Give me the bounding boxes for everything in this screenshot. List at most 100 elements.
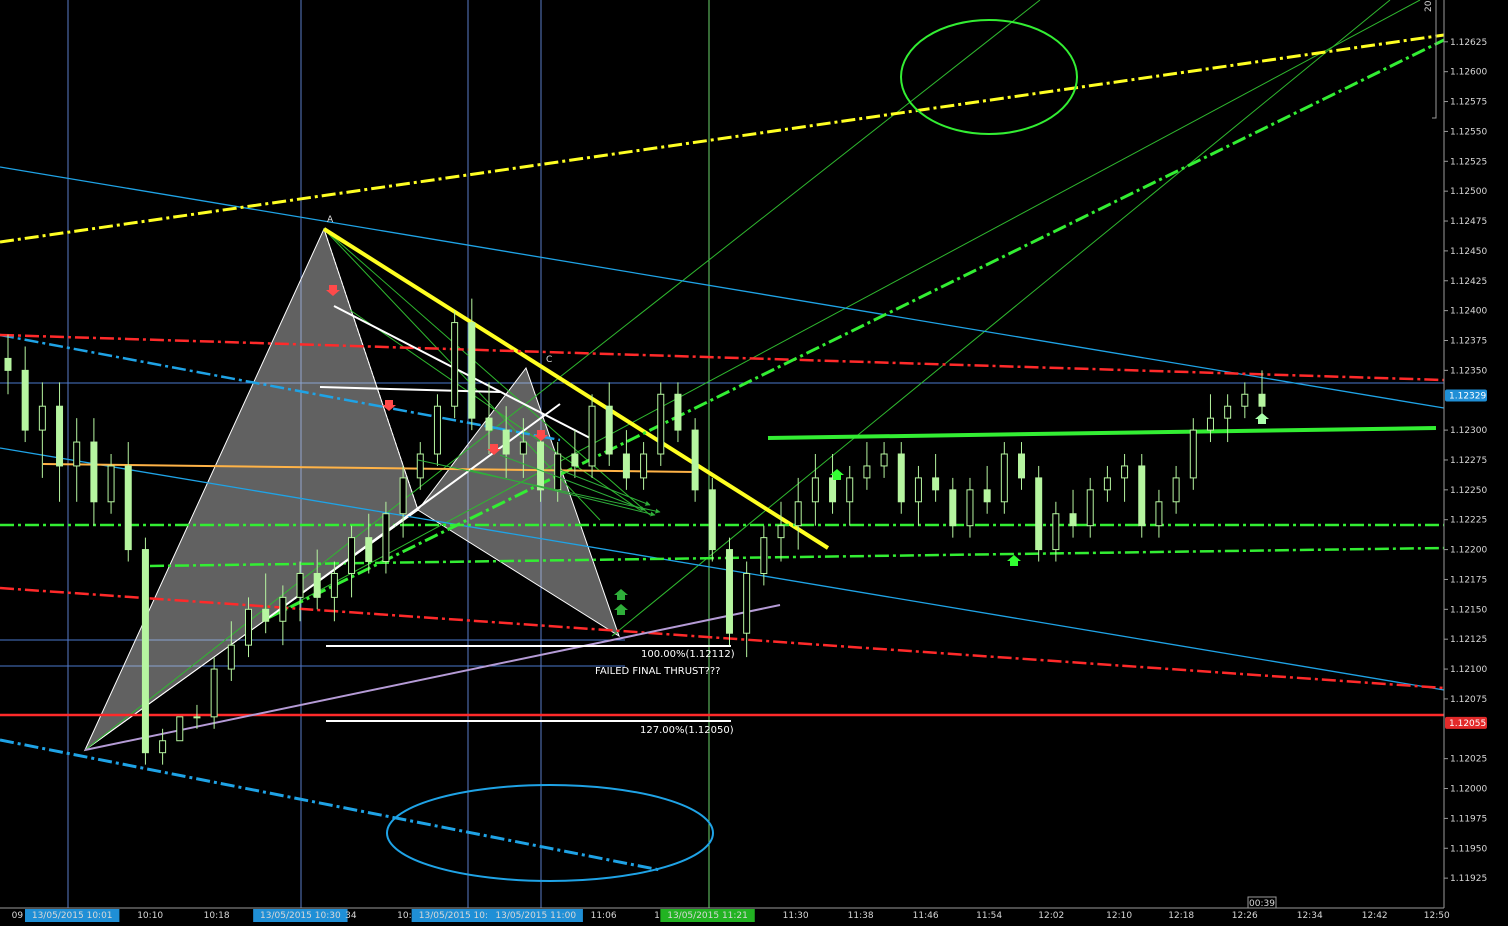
candle xyxy=(1035,465,1043,562)
candle-body xyxy=(1069,513,1077,527)
candle-body xyxy=(107,465,115,503)
candle-body xyxy=(451,322,459,407)
candle-body xyxy=(1018,453,1026,479)
candle-body xyxy=(244,608,252,646)
candle-body xyxy=(571,453,579,467)
candle-body xyxy=(537,441,545,491)
candle-body xyxy=(846,477,854,503)
candle-body xyxy=(743,572,751,634)
price-tick-label: 1.12575 xyxy=(1450,98,1487,108)
candle-body xyxy=(1172,477,1180,503)
time-tick-label: 11:38 xyxy=(848,911,874,921)
candle-body xyxy=(433,405,441,455)
time-tick-label: 10:10 xyxy=(137,911,163,921)
price-tick-label: 1.12225 xyxy=(1450,516,1487,526)
candle-body xyxy=(966,489,974,527)
time-tick-label: 12:02 xyxy=(1038,911,1064,921)
price-tick-label: 1.12100 xyxy=(1450,665,1487,675)
candle-body xyxy=(1155,501,1163,527)
candle xyxy=(691,418,699,502)
candle-body xyxy=(1086,489,1094,527)
candle-body xyxy=(1189,429,1197,479)
candle-body xyxy=(897,453,905,503)
candle-body xyxy=(348,537,356,574)
candle-body xyxy=(691,429,699,491)
candle-body xyxy=(708,489,716,551)
candle-body xyxy=(914,477,922,503)
time-tick-label: 34 xyxy=(345,911,357,921)
price-tick-label: 1.12150 xyxy=(1450,605,1487,615)
candle-body xyxy=(90,441,98,503)
candle-body xyxy=(1052,513,1060,551)
candle-body xyxy=(760,537,768,574)
candle-body xyxy=(1035,477,1043,551)
price-tick-label: 1.12625 xyxy=(1450,38,1487,48)
candle xyxy=(1138,454,1146,538)
candle-body xyxy=(519,441,527,455)
point-a-label: A xyxy=(327,215,334,225)
marked-price-text: 1.12055 xyxy=(1449,719,1486,729)
chart-root: 1.12625 1.12600 1.12575 1.12550 1.12525 1.125… xyxy=(0,0,1508,926)
fib-127-label: 127.00%(1.12050) xyxy=(640,725,734,736)
price-tick-label: 1.12175 xyxy=(1450,575,1487,585)
candle-body xyxy=(468,322,476,419)
countdown-text: 00:39 xyxy=(1249,899,1275,909)
price-tick-label: 1.12400 xyxy=(1450,307,1487,317)
time-tick-label: 11:30 xyxy=(783,911,809,921)
candle xyxy=(141,537,149,765)
candle-body xyxy=(279,596,287,622)
price-tick-label: 1.12425 xyxy=(1450,277,1487,287)
price-tick-label: 1.11950 xyxy=(1450,844,1487,854)
candle-body xyxy=(313,572,321,598)
candle-body xyxy=(1258,393,1266,407)
candle-body xyxy=(330,572,338,598)
price-tick-label: 1.12000 xyxy=(1450,785,1487,795)
price-tick-label: 1.12500 xyxy=(1450,187,1487,197)
candle xyxy=(708,477,716,562)
time-tick-label: 13/05/2015 11:21 xyxy=(667,911,748,921)
candle-body xyxy=(949,489,957,527)
chart-canvas[interactable]: 1.12625 1.12600 1.12575 1.12550 1.12525 1.125… xyxy=(0,0,1508,926)
failed-thrust-comment: FAILED FINAL THRUST??? xyxy=(595,666,720,677)
price-tick-label: 1.12450 xyxy=(1450,247,1487,257)
candle-body xyxy=(932,477,940,491)
candle-body xyxy=(485,417,493,431)
candle-body xyxy=(21,369,29,431)
time-tick-label: 11:06 xyxy=(591,911,617,921)
time-tick-label: 13/05/2015 11:00 xyxy=(495,911,576,921)
time-tick-label: 13/05/2015 10:01 xyxy=(32,911,113,921)
candle-body xyxy=(176,716,184,742)
time-tick-label: 12:10 xyxy=(1106,911,1132,921)
axis-corner-label: 20 xyxy=(1424,0,1434,12)
candle-body xyxy=(159,740,167,754)
candle-body xyxy=(794,501,802,527)
candle xyxy=(657,382,665,466)
candle-body xyxy=(1000,453,1008,503)
candle-body xyxy=(811,477,819,503)
price-tick-label: 1.12075 xyxy=(1450,695,1487,705)
candle-body xyxy=(674,393,682,431)
candle-body xyxy=(365,537,373,563)
candle-body xyxy=(193,716,201,719)
candle-body xyxy=(880,453,888,467)
candle-body xyxy=(416,453,424,479)
time-tick-label: 11:46 xyxy=(913,911,939,921)
candle-body xyxy=(1206,417,1214,431)
price-tick-label: 1.11975 xyxy=(1450,814,1487,824)
candle-body xyxy=(1224,405,1232,419)
time-tick-label: 11:54 xyxy=(976,911,1002,921)
time-tick-label: 12:26 xyxy=(1232,911,1258,921)
candle-body xyxy=(588,405,596,467)
price-tick-label: 1.12250 xyxy=(1450,486,1487,496)
candle-body xyxy=(124,465,132,551)
candle-body xyxy=(725,549,733,634)
price-tick-label: 1.11925 xyxy=(1450,874,1487,884)
candle-body xyxy=(554,453,562,491)
price-tick-label: 1.12600 xyxy=(1450,68,1487,78)
price-tick-label: 1.12125 xyxy=(1450,635,1487,645)
price-tick-label: 1.12475 xyxy=(1450,217,1487,227)
candle-body xyxy=(382,513,390,563)
time-tick-label: 12:42 xyxy=(1362,911,1388,921)
price-tick-label: 1.12200 xyxy=(1450,546,1487,556)
fib-100-label: 100.00%(1.12112) xyxy=(641,649,735,660)
